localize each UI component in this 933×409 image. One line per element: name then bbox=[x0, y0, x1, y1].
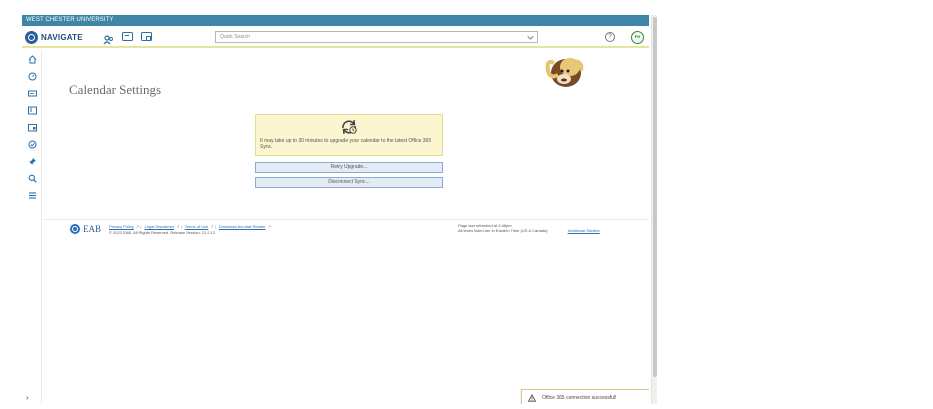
warning-icon bbox=[528, 394, 536, 402]
main-content: Calendar Settings It may take up to 30 m… bbox=[43, 50, 649, 404]
disconnect-sync-button[interactable]: Disconnect Sync... bbox=[255, 177, 443, 188]
acrobat-reader-link[interactable]: Download Acrobat Reader bbox=[219, 224, 266, 229]
additional-studies-link[interactable]: Additional Studies bbox=[568, 228, 600, 233]
notice-message: It may take up to 30 minutes to upgrade … bbox=[260, 138, 432, 150]
org-banner: WEST CHESTER UNIVERSITY bbox=[22, 15, 649, 26]
expand-sidebar-icon[interactable]: › bbox=[26, 393, 29, 402]
navigate-logo-icon bbox=[25, 30, 38, 44]
timezone-note: All times listed are in Eastern Time (US… bbox=[458, 228, 548, 233]
privacy-policy-link[interactable]: Privacy Policy bbox=[109, 224, 134, 229]
chevron-down-icon[interactable] bbox=[527, 33, 534, 40]
calendar-icon[interactable] bbox=[27, 123, 37, 132]
retry-upgrade-button[interactable]: Retry Upgrade... bbox=[255, 162, 443, 173]
dashboard-icon[interactable] bbox=[27, 72, 37, 81]
sidebar bbox=[22, 50, 42, 404]
brand-name: NAVIGATE bbox=[41, 32, 83, 42]
id-card-icon[interactable] bbox=[122, 32, 133, 41]
org-name: WEST CHESTER UNIVERSITY bbox=[26, 17, 114, 23]
app-window: WEST CHESTER UNIVERSITY NAVIGATE Quick S… bbox=[22, 15, 649, 404]
footer-divider bbox=[43, 219, 649, 220]
eab-logo-icon bbox=[70, 224, 80, 234]
report-icon[interactable] bbox=[141, 32, 152, 41]
user-avatar[interactable]: PH bbox=[631, 31, 644, 44]
check-circle-icon[interactable] bbox=[27, 140, 37, 149]
external-link-icon: ↗ | bbox=[135, 224, 142, 229]
external-link-icon: ↗ | bbox=[210, 224, 216, 229]
terms-of-use-link[interactable]: Terms of Use bbox=[185, 224, 209, 229]
people-icon[interactable] bbox=[103, 32, 114, 45]
navigate-logo[interactable]: NAVIGATE bbox=[25, 30, 83, 44]
screenshot-frame: WEST CHESTER UNIVERSITY NAVIGATE Quick S… bbox=[0, 0, 933, 409]
upgrade-notice: It may take up to 30 minutes to upgrade … bbox=[255, 114, 443, 156]
page-title: Calendar Settings bbox=[69, 82, 162, 97]
toast-message: Office 365 connection successful! bbox=[542, 395, 617, 401]
scrollbar-thumb[interactable] bbox=[653, 17, 657, 377]
list-card-icon[interactable] bbox=[27, 106, 37, 115]
eab-logo-text: EAB bbox=[83, 224, 101, 234]
external-link-icon: ↗ bbox=[267, 224, 271, 229]
footer-links: Privacy Policy ↗ | Legal Disclaimer ↗ | Te… bbox=[109, 224, 273, 229]
search-placeholder: Quick Search bbox=[220, 34, 251, 40]
help-icon[interactable]: ? bbox=[605, 32, 615, 42]
search-icon[interactable] bbox=[27, 174, 37, 183]
top-navigation-bar: NAVIGATE Quick Search ? PH bbox=[22, 26, 649, 48]
home-icon[interactable] bbox=[27, 55, 37, 64]
external-link-icon: ↗ | bbox=[176, 224, 182, 229]
ram-mascot-logo bbox=[545, 58, 584, 87]
vertical-scrollbar[interactable] bbox=[651, 15, 657, 404]
sync-icon bbox=[342, 119, 357, 135]
quick-search-input[interactable]: Quick Search bbox=[215, 31, 538, 43]
eab-logo: EAB bbox=[70, 224, 101, 234]
success-toast: Office 365 connection successful! × bbox=[521, 389, 649, 404]
refresh-info: Page last refreshed at 2:46pm All times … bbox=[458, 223, 600, 233]
list-icon[interactable] bbox=[27, 191, 37, 200]
card-icon[interactable] bbox=[27, 89, 37, 98]
copyright-text: © 2022 EAB. All Rights Reserved. Release… bbox=[109, 230, 216, 235]
legal-disclaimer-link[interactable]: Legal Disclaimer bbox=[145, 224, 175, 229]
pin-icon[interactable] bbox=[27, 157, 37, 166]
